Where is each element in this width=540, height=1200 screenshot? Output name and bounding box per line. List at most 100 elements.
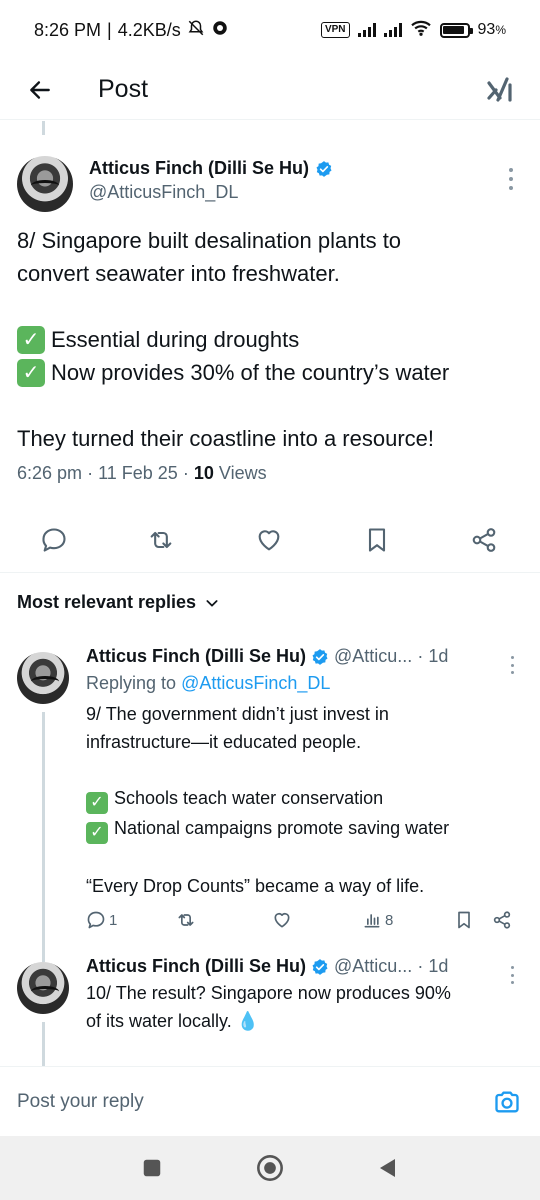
reply-time[interactable]: 1d bbox=[428, 956, 448, 977]
bookmark-button[interactable] bbox=[454, 910, 474, 930]
tweet-line: 8/ Singapore built desalination plants t… bbox=[17, 228, 402, 253]
camera-icon bbox=[495, 1091, 519, 1112]
check-mark-icon: ✓ bbox=[86, 822, 108, 844]
bookmark-button[interactable] bbox=[363, 526, 391, 554]
name-row: Atticus Finch (Dilli Se Hu) bbox=[89, 158, 333, 179]
page-title: Post bbox=[98, 75, 149, 103]
reply-count: 1 bbox=[109, 911, 118, 929]
replying-to: Replying to @AtticusFinch_DL bbox=[86, 673, 331, 693]
verified-badge-icon bbox=[312, 958, 328, 975]
home-button[interactable] bbox=[256, 1154, 284, 1182]
share-icon bbox=[493, 911, 511, 929]
handle[interactable]: @AtticusFinch_DL bbox=[89, 182, 333, 203]
reply-header: Atticus Finch (Dilli Se Hu) @Atticu... ·… bbox=[86, 956, 449, 977]
check-mark-icon: ✓ bbox=[17, 358, 45, 387]
recents-button[interactable] bbox=[138, 1154, 166, 1182]
app-header: Post bbox=[0, 60, 540, 120]
tweet-meta: 6:26 pm · 11 Feb 25 · 10 Views bbox=[17, 463, 267, 483]
check-item: ✓ Schools teach water conservation bbox=[86, 784, 526, 814]
reply-action-bar: 1 8 bbox=[86, 910, 526, 938]
status-separator: | bbox=[107, 19, 112, 40]
reply-text: 9/ The government didn’t just invest in … bbox=[86, 700, 526, 900]
check-item: ✓ Essential during droughts bbox=[17, 323, 527, 356]
repost-button[interactable] bbox=[147, 526, 175, 554]
more-options-button[interactable] bbox=[506, 966, 518, 984]
reply-text: 10/ The result? Singapore now produces 9… bbox=[86, 983, 451, 1031]
reply-button[interactable] bbox=[40, 526, 68, 554]
author-block[interactable]: Atticus Finch (Dilli Se Hu) @AtticusFinc… bbox=[89, 158, 333, 203]
display-name[interactable]: Atticus Finch (Dilli Se Hu) bbox=[86, 956, 306, 977]
system-nav-bar bbox=[0, 1136, 540, 1200]
back-button[interactable] bbox=[20, 70, 60, 110]
repost-icon bbox=[150, 531, 172, 549]
reply-icon bbox=[87, 911, 105, 929]
sort-label: Most relevant replies bbox=[17, 592, 197, 612]
tweet-date[interactable]: 11 Feb 25 bbox=[98, 463, 178, 483]
camera-button[interactable] bbox=[491, 1086, 523, 1118]
heart-icon bbox=[258, 530, 280, 551]
bookmark-icon bbox=[458, 911, 470, 929]
vpn-badge: VPN bbox=[320, 22, 350, 38]
triangle-back-icon bbox=[380, 1159, 395, 1177]
tweet-time[interactable]: 6:26 pm bbox=[17, 463, 82, 483]
share-button[interactable] bbox=[470, 526, 498, 554]
avatar[interactable] bbox=[17, 652, 69, 704]
chevron-down-icon bbox=[206, 599, 218, 607]
reply-time[interactable]: 1d bbox=[428, 646, 448, 667]
check-mark-icon: ✓ bbox=[17, 325, 45, 354]
thread-connector bbox=[42, 712, 45, 962]
status-right: VPN 93% bbox=[320, 19, 506, 42]
reply-content: Atticus Finch (Dilli Se Hu) @Atticu... ·… bbox=[86, 956, 526, 1035]
mute-bell-icon bbox=[187, 19, 205, 42]
replies-sort-dropdown[interactable]: Most relevant replies bbox=[17, 592, 220, 613]
repost-button[interactable] bbox=[176, 910, 196, 930]
signal-1-icon bbox=[357, 23, 376, 37]
display-name[interactable]: Atticus Finch (Dilli Se Hu) bbox=[86, 646, 306, 667]
handle[interactable]: @Atticu... bbox=[334, 956, 412, 977]
bookmark-icon bbox=[368, 528, 386, 552]
status-left: 8:26 PM | 4.2KB/s bbox=[34, 19, 229, 42]
avatar[interactable] bbox=[17, 156, 73, 212]
grok-icon bbox=[487, 76, 512, 102]
check-mark-icon: ✓ bbox=[86, 792, 108, 814]
back-nav-button[interactable] bbox=[374, 1154, 402, 1182]
grok-button[interactable] bbox=[480, 70, 520, 110]
share-button[interactable] bbox=[492, 910, 512, 930]
analytics-icon bbox=[364, 914, 380, 928]
views-button[interactable]: 8 bbox=[362, 910, 393, 930]
verified-badge-icon bbox=[316, 160, 332, 177]
views-label: Views bbox=[218, 463, 267, 483]
views-count: 10 bbox=[193, 463, 214, 483]
tweet-text: 8/ Singapore built desalination plants t… bbox=[17, 224, 527, 455]
wifi-icon bbox=[410, 19, 432, 42]
thread-connector bbox=[42, 1022, 45, 1066]
thread-connector-top bbox=[42, 121, 45, 135]
heart-icon bbox=[274, 912, 290, 928]
status-time: 8:26 PM bbox=[34, 19, 102, 40]
status-speed: 4.2KB/s bbox=[117, 19, 181, 40]
like-button[interactable] bbox=[272, 910, 292, 930]
battery-percent: 93% bbox=[477, 21, 506, 38]
status-bar: 8:26 PM | 4.2KB/s VPN 93% bbox=[0, 0, 540, 60]
check-item: ✓ National campaigns promote saving water bbox=[86, 814, 526, 844]
more-options-button[interactable] bbox=[504, 168, 518, 190]
battery-icon bbox=[439, 22, 473, 38]
share-icon bbox=[472, 528, 496, 552]
avatar[interactable] bbox=[17, 962, 69, 1014]
square-icon bbox=[143, 1159, 161, 1177]
verified-badge-icon bbox=[312, 648, 328, 665]
reply-input[interactable] bbox=[17, 1090, 437, 1113]
signal-2-icon bbox=[383, 23, 402, 37]
display-name[interactable]: Atticus Finch (Dilli Se Hu) bbox=[89, 158, 309, 179]
reply-button[interactable]: 1 bbox=[86, 910, 117, 930]
action-bar bbox=[0, 518, 540, 560]
reply-content: Atticus Finch (Dilli Se Hu) @Atticu... ·… bbox=[86, 646, 526, 900]
like-button[interactable] bbox=[255, 526, 283, 554]
more-options-button[interactable] bbox=[506, 656, 518, 674]
handle[interactable]: @Atticu... bbox=[334, 646, 412, 667]
divider bbox=[0, 572, 540, 573]
tweet-line: convert seawater into freshwater. bbox=[17, 261, 340, 286]
tweet-line: They turned their coastline into a resou… bbox=[17, 426, 435, 451]
home-circle-icon bbox=[257, 1155, 283, 1181]
replying-to-link[interactable]: @AtticusFinch_DL bbox=[181, 673, 330, 693]
